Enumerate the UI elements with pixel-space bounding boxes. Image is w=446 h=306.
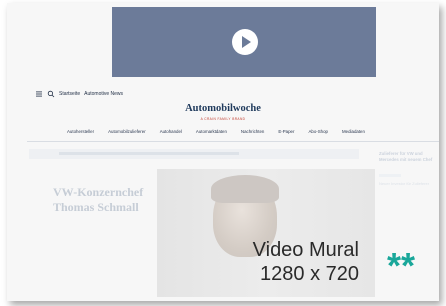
sidebar-separator (379, 174, 401, 177)
header-divider (27, 141, 439, 142)
nav-link-section[interactable]: Automotive News (84, 91, 123, 97)
search-icon[interactable] (47, 90, 55, 98)
play-button[interactable] (232, 29, 258, 55)
site-logo[interactable]: Automobilwoche (7, 103, 439, 114)
main-menu: Autohersteller Automobilzulieferer Autoh… (67, 129, 439, 134)
ad-banner-bar (59, 152, 239, 155)
portrait-hair (211, 175, 279, 203)
site-tagline: A CRAIN FAMILY BRAND (200, 117, 246, 121)
nav-link-home[interactable]: Startseite (59, 91, 80, 97)
hamburger-icon[interactable] (35, 90, 43, 98)
screenshot-card: Startseite Automotive News Automobilwoch… (7, 3, 439, 301)
ad-banner (29, 149, 359, 159)
menu-item-autohersteller[interactable]: Autohersteller (67, 129, 94, 134)
format-title: Video Mural (252, 239, 359, 261)
menu-item-automarktdaten[interactable]: Automarktdaten (196, 129, 227, 134)
asterisk-marker: ** (387, 245, 416, 286)
article-headline[interactable]: VW-Konzernchef Thomas Schmall (53, 185, 158, 215)
menu-item-automobilzulieferer[interactable]: Automobilzulieferer (108, 129, 146, 134)
video-player[interactable] (112, 7, 376, 77)
menu-item-autohandel[interactable]: Autohandel (160, 129, 182, 134)
top-navigation: Startseite Automotive News (35, 89, 123, 99)
format-size: 1280 x 720 (260, 263, 359, 285)
menu-item-e-paper[interactable]: E-Paper (278, 129, 294, 134)
play-icon (242, 36, 251, 48)
sidebar-heading[interactable]: Zulieferer für VW und Mercedes mit neuem… (379, 151, 435, 162)
menu-item-nachrichten[interactable]: Nachrichten (241, 129, 264, 134)
menu-item-abo-shop[interactable]: Abo-Shop (308, 129, 328, 134)
menu-item-mediadaten[interactable]: Mediadaten (342, 129, 365, 134)
sidebar-teaser[interactable]: Neuer Investor für Zulieferer (379, 181, 435, 186)
